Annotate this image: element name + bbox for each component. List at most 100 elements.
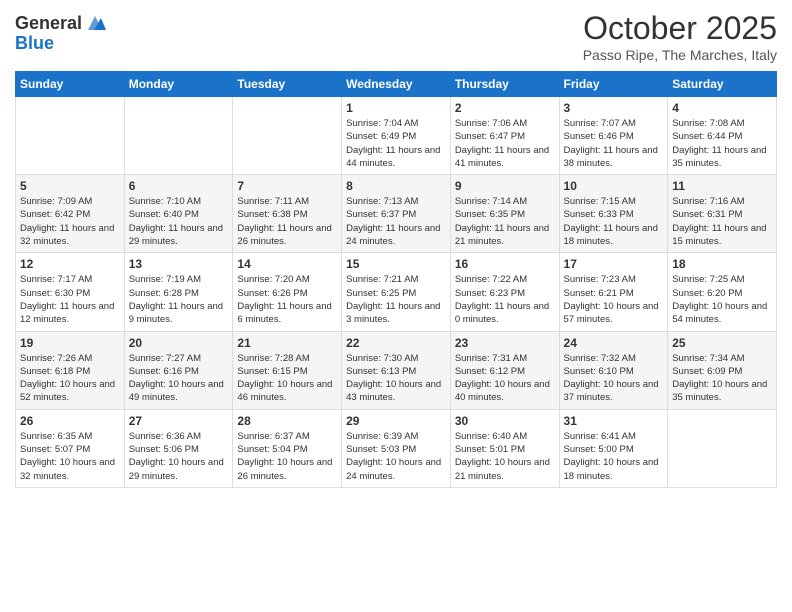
day-number: 23	[455, 336, 555, 350]
day-info: Sunrise: 7:07 AM Sunset: 6:46 PM Dayligh…	[564, 117, 664, 170]
calendar-week-3: 12 Sunrise: 7:17 AM Sunset: 6:30 PM Dayli…	[16, 253, 777, 331]
calendar-cell: 22 Sunrise: 7:30 AM Sunset: 6:13 PM Dayli…	[342, 331, 451, 409]
day-number: 20	[129, 336, 229, 350]
col-sunday: Sunday	[16, 72, 125, 97]
page: General Blue October 2025 Passo Ripe, Th…	[0, 0, 792, 612]
day-number: 15	[346, 257, 446, 271]
day-number: 29	[346, 414, 446, 428]
calendar-cell: 30Sunrise: 6:40 AM Sunset: 5:01 PM Dayli…	[450, 409, 559, 487]
day-info: Sunrise: 6:41 AM Sunset: 5:00 PM Dayligh…	[564, 430, 664, 483]
calendar-cell: 2 Sunrise: 7:06 AM Sunset: 6:47 PM Daylig…	[450, 97, 559, 175]
day-number: 11	[672, 179, 772, 193]
calendar-cell: 23 Sunrise: 7:31 AM Sunset: 6:12 PM Dayli…	[450, 331, 559, 409]
calendar-cell: 28 Sunrise: 6:37 AM Sunset: 5:04 PM Dayli…	[233, 409, 342, 487]
calendar-cell: 18Sunrise: 7:25 AM Sunset: 6:20 PM Dayli…	[668, 253, 777, 331]
calendar-cell: 20 Sunrise: 7:27 AM Sunset: 6:16 PM Dayli…	[124, 331, 233, 409]
col-saturday: Saturday	[668, 72, 777, 97]
day-number: 28	[237, 414, 337, 428]
calendar-cell	[233, 97, 342, 175]
calendar-cell: 19Sunrise: 7:26 AM Sunset: 6:18 PM Dayli…	[16, 331, 125, 409]
day-info: Sunrise: 7:16 AM Sunset: 6:31 PM Dayligh…	[672, 195, 772, 248]
logo-blue-text: Blue	[15, 34, 106, 54]
day-number: 27	[129, 414, 229, 428]
day-info: Sunrise: 7:21 AM Sunset: 6:25 PM Dayligh…	[346, 273, 446, 326]
calendar-cell	[668, 409, 777, 487]
day-number: 25	[672, 336, 772, 350]
day-number: 9	[455, 179, 555, 193]
calendar-cell: 3 Sunrise: 7:07 AM Sunset: 6:46 PM Daylig…	[559, 97, 668, 175]
day-info: Sunrise: 7:14 AM Sunset: 6:35 PM Dayligh…	[455, 195, 555, 248]
day-number: 30	[455, 414, 555, 428]
day-number: 5	[20, 179, 120, 193]
day-info: Sunrise: 7:20 AM Sunset: 6:26 PM Dayligh…	[237, 273, 337, 326]
day-info: Sunrise: 7:28 AM Sunset: 6:15 PM Dayligh…	[237, 352, 337, 405]
col-wednesday: Wednesday	[342, 72, 451, 97]
day-number: 26	[20, 414, 120, 428]
calendar-cell: 27 Sunrise: 6:36 AM Sunset: 5:06 PM Dayli…	[124, 409, 233, 487]
day-number: 2	[455, 101, 555, 115]
day-number: 19	[20, 336, 120, 350]
day-info: Sunrise: 7:31 AM Sunset: 6:12 PM Dayligh…	[455, 352, 555, 405]
calendar-cell: 10 Sunrise: 7:15 AM Sunset: 6:33 PM Dayli…	[559, 175, 668, 253]
day-number: 13	[129, 257, 229, 271]
calendar-cell: 17Sunrise: 7:23 AM Sunset: 6:21 PM Dayli…	[559, 253, 668, 331]
location: Passo Ripe, The Marches, Italy	[583, 47, 777, 63]
day-info: Sunrise: 7:04 AM Sunset: 6:49 PM Dayligh…	[346, 117, 446, 170]
calendar-cell: 21 Sunrise: 7:28 AM Sunset: 6:15 PM Dayli…	[233, 331, 342, 409]
day-info: Sunrise: 7:15 AM Sunset: 6:33 PM Dayligh…	[564, 195, 664, 248]
header: General Blue October 2025 Passo Ripe, Th…	[15, 10, 777, 63]
day-info: Sunrise: 7:10 AM Sunset: 6:40 PM Dayligh…	[129, 195, 229, 248]
day-number: 21	[237, 336, 337, 350]
col-thursday: Thursday	[450, 72, 559, 97]
calendar-table: Sunday Monday Tuesday Wednesday Thursday…	[15, 71, 777, 488]
day-number: 7	[237, 179, 337, 193]
day-info: Sunrise: 6:37 AM Sunset: 5:04 PM Dayligh…	[237, 430, 337, 483]
calendar-cell: 7 Sunrise: 7:11 AM Sunset: 6:38 PM Daylig…	[233, 175, 342, 253]
day-info: Sunrise: 7:27 AM Sunset: 6:16 PM Dayligh…	[129, 352, 229, 405]
day-number: 6	[129, 179, 229, 193]
logo-general-text: General	[15, 14, 82, 34]
day-number: 14	[237, 257, 337, 271]
day-info: Sunrise: 7:09 AM Sunset: 6:42 PM Dayligh…	[20, 195, 120, 248]
logo: General Blue	[15, 14, 106, 54]
day-info: Sunrise: 7:06 AM Sunset: 6:47 PM Dayligh…	[455, 117, 555, 170]
day-number: 1	[346, 101, 446, 115]
calendar-cell: 15 Sunrise: 7:21 AM Sunset: 6:25 PM Dayli…	[342, 253, 451, 331]
calendar-cell	[16, 97, 125, 175]
day-info: Sunrise: 7:22 AM Sunset: 6:23 PM Dayligh…	[455, 273, 555, 326]
calendar-week-1: 1 Sunrise: 7:04 AM Sunset: 6:49 PM Daylig…	[16, 97, 777, 175]
day-info: Sunrise: 7:30 AM Sunset: 6:13 PM Dayligh…	[346, 352, 446, 405]
calendar-cell: 31 Sunrise: 6:41 AM Sunset: 5:00 PM Dayli…	[559, 409, 668, 487]
calendar-week-4: 19Sunrise: 7:26 AM Sunset: 6:18 PM Dayli…	[16, 331, 777, 409]
title-block: October 2025 Passo Ripe, The Marches, It…	[583, 10, 777, 63]
day-number: 31	[564, 414, 664, 428]
calendar-cell: 29Sunrise: 6:39 AM Sunset: 5:03 PM Dayli…	[342, 409, 451, 487]
calendar-cell: 16Sunrise: 7:22 AM Sunset: 6:23 PM Dayli…	[450, 253, 559, 331]
day-number: 4	[672, 101, 772, 115]
logo-icon	[84, 12, 106, 34]
day-number: 8	[346, 179, 446, 193]
calendar-cell: 25Sunrise: 7:34 AM Sunset: 6:09 PM Dayli…	[668, 331, 777, 409]
day-info: Sunrise: 7:17 AM Sunset: 6:30 PM Dayligh…	[20, 273, 120, 326]
day-info: Sunrise: 6:35 AM Sunset: 5:07 PM Dayligh…	[20, 430, 120, 483]
header-row: Sunday Monday Tuesday Wednesday Thursday…	[16, 72, 777, 97]
col-tuesday: Tuesday	[233, 72, 342, 97]
calendar-cell: 1 Sunrise: 7:04 AM Sunset: 6:49 PM Daylig…	[342, 97, 451, 175]
calendar-week-2: 5 Sunrise: 7:09 AM Sunset: 6:42 PM Daylig…	[16, 175, 777, 253]
day-number: 12	[20, 257, 120, 271]
day-info: Sunrise: 7:32 AM Sunset: 6:10 PM Dayligh…	[564, 352, 664, 405]
day-number: 18	[672, 257, 772, 271]
calendar-cell: 24Sunrise: 7:32 AM Sunset: 6:10 PM Dayli…	[559, 331, 668, 409]
calendar-cell: 26 Sunrise: 6:35 AM Sunset: 5:07 PM Dayli…	[16, 409, 125, 487]
month-title: October 2025	[583, 10, 777, 47]
day-number: 3	[564, 101, 664, 115]
day-info: Sunrise: 7:08 AM Sunset: 6:44 PM Dayligh…	[672, 117, 772, 170]
day-info: Sunrise: 6:36 AM Sunset: 5:06 PM Dayligh…	[129, 430, 229, 483]
calendar-cell: 12 Sunrise: 7:17 AM Sunset: 6:30 PM Dayli…	[16, 253, 125, 331]
calendar-cell: 9 Sunrise: 7:14 AM Sunset: 6:35 PM Daylig…	[450, 175, 559, 253]
day-number: 22	[346, 336, 446, 350]
calendar-cell: 5 Sunrise: 7:09 AM Sunset: 6:42 PM Daylig…	[16, 175, 125, 253]
calendar-cell: 13Sunrise: 7:19 AM Sunset: 6:28 PM Dayli…	[124, 253, 233, 331]
day-number: 10	[564, 179, 664, 193]
day-info: Sunrise: 7:11 AM Sunset: 6:38 PM Dayligh…	[237, 195, 337, 248]
